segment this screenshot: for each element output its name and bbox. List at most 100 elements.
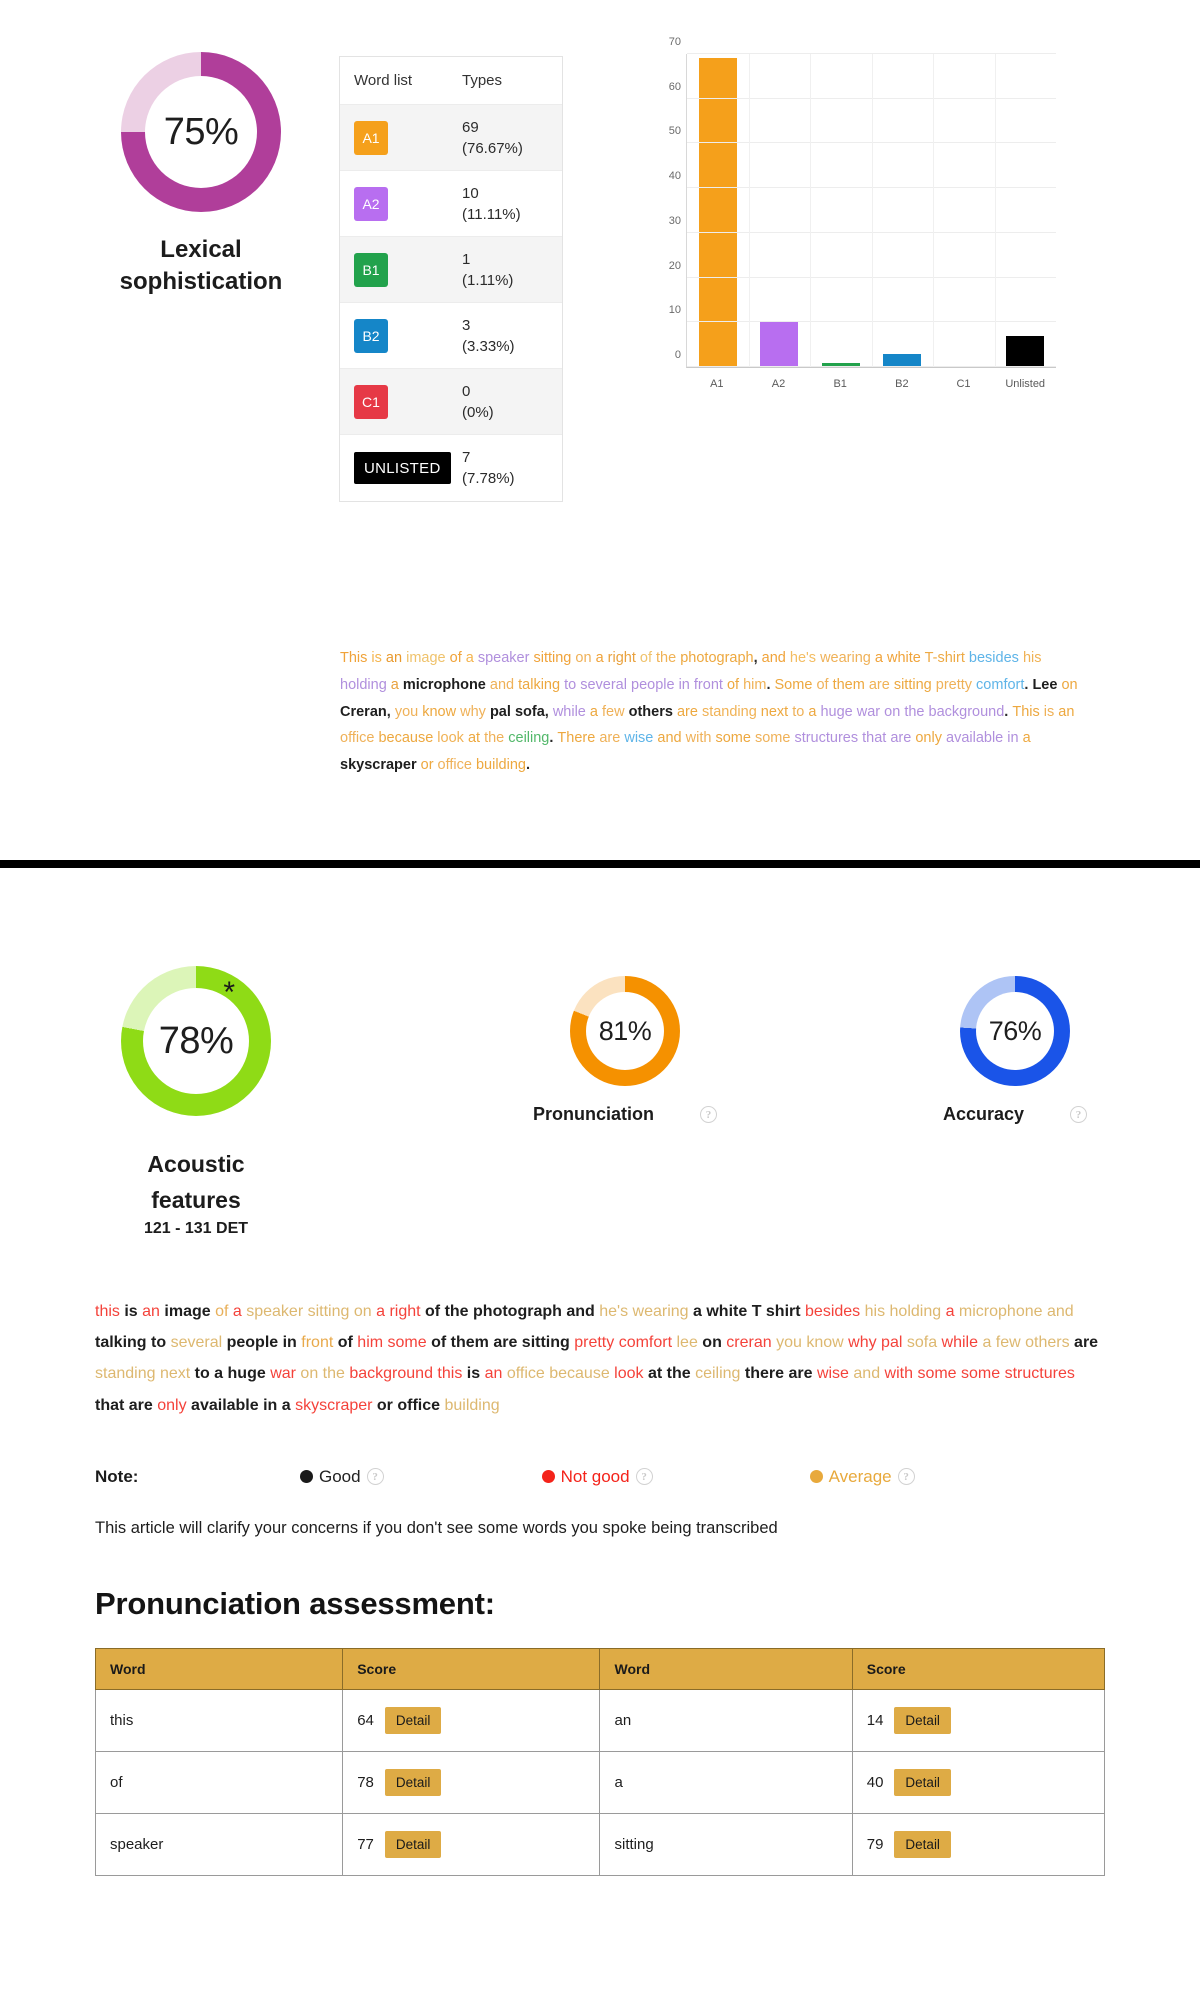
word-list-types-cell: 3 (3.33%) [458, 315, 562, 357]
transcript-token: others [1025, 1334, 1075, 1352]
transcript-token: pal [881, 1334, 907, 1352]
transcript-token: him [743, 676, 767, 693]
chart-bar[interactable] [883, 353, 922, 367]
transcript-token: the [666, 1365, 696, 1383]
transcript-token: he's [789, 650, 821, 666]
chart-bar[interactable] [760, 322, 799, 367]
question-mark-icon[interactable]: ? [366, 1468, 384, 1486]
accuracy-score-block: 76% Accuracy ? [890, 976, 1140, 1125]
transcript-token: why [848, 1334, 882, 1352]
detail-button[interactable]: Detail [894, 1706, 951, 1734]
question-mark-icon[interactable]: ? [635, 1468, 653, 1486]
chart-bar-cell [872, 54, 934, 367]
word-list-header-wordlist: Word list [354, 72, 413, 89]
transcript-token: building [475, 757, 526, 774]
word-list-header-row: Word list Types [340, 57, 562, 105]
transcript-token: know [806, 1334, 849, 1352]
assessment-header-score-1: Score [342, 1647, 601, 1690]
word-list-header-types: Types [462, 72, 503, 89]
transcript-token: . [525, 757, 531, 774]
detail-button[interactable]: Detail [384, 1830, 442, 1858]
pronunciation-donut-chart: 81% [570, 976, 680, 1086]
transcript-token: in [263, 1396, 282, 1414]
word-list-level-cell: C1 [340, 384, 458, 419]
lexical-caption-line2: sophistication [119, 268, 283, 296]
assessment-word-cell: sitting [599, 1812, 853, 1876]
table-row: of 78 Detail a 40 Detail [94, 1750, 1106, 1814]
transcript-token: structures [794, 730, 863, 747]
question-mark-icon[interactable]: ? [1070, 1106, 1088, 1123]
accuracy-caption-row: Accuracy ? [890, 1104, 1140, 1125]
transcript-token: a [595, 650, 608, 666]
chart-vertical-gridline [810, 54, 811, 367]
assessment-word-cell: speaker [94, 1812, 344, 1876]
transcript-token: holding [889, 1303, 946, 1320]
chart-y-tick-label: 70 [668, 36, 681, 48]
transcript-token: some [917, 1365, 962, 1383]
score-value: 64 [357, 1711, 374, 1729]
level-badge: UNLISTED [354, 452, 451, 484]
types-percent: (76.67%) [462, 139, 523, 157]
page-title: Pronunciation assessment: [95, 1585, 495, 1621]
assessment-score-cell: 77 Detail [342, 1812, 601, 1876]
transcript-token: skyscraper [340, 757, 421, 774]
question-mark-icon[interactable]: ? [700, 1106, 717, 1123]
transcript-token: on [1061, 676, 1078, 693]
transcript-token: on [300, 1365, 323, 1383]
transcript-token: a [982, 1334, 996, 1352]
transcript-token: the [322, 1365, 350, 1383]
detail-button[interactable]: Detail [384, 1706, 442, 1734]
accuracy-caption: Accuracy [942, 1104, 1025, 1124]
transcript-token: you [394, 703, 423, 720]
transcript-token: is [1043, 703, 1059, 720]
transcript-token: that [95, 1396, 129, 1414]
word-list-types-cell: 0 (0%) [458, 381, 562, 423]
transcript-token: a [808, 703, 821, 720]
acoustic-sub-caption: 121 - 131 DET [143, 1220, 249, 1238]
word-list-row: C1 0 (0%) [340, 369, 562, 435]
transcript-token: office [397, 1396, 445, 1414]
word-list-row: B2 3 (3.33%) [340, 303, 562, 369]
transcript-token: some [715, 730, 755, 747]
chart-x-tick-label: A2 [771, 378, 786, 390]
transcript-token: them [832, 676, 869, 693]
detail-button[interactable]: Detail [894, 1768, 951, 1796]
chart-y-tick-label: 60 [668, 80, 681, 93]
word-list-level-cell: UNLISTED [340, 452, 458, 484]
transcript-token: only [157, 1396, 192, 1414]
level-badge: A2 [354, 186, 388, 221]
types-count: 0 [462, 382, 471, 400]
word-list-row: B1 1 (1.11%) [340, 237, 562, 303]
transcript-token: to [194, 1365, 215, 1383]
transcript-token: few [602, 703, 629, 720]
question-mark-icon[interactable]: ? [897, 1468, 915, 1486]
transcript-token: of [337, 1334, 358, 1352]
transcript-token: huge [820, 703, 857, 720]
transcript-token: some [961, 1365, 1005, 1383]
detail-button[interactable]: Detail [894, 1830, 951, 1858]
transcript-token: people [226, 1334, 283, 1352]
acoustic-features-block: 78% * Acoustic features 121 - 131 DET [96, 966, 296, 1238]
chart-bar[interactable] [1006, 335, 1045, 367]
transcript-token: with [884, 1365, 918, 1383]
transcript-token: right [389, 1303, 426, 1320]
transcript-token: sofa [514, 703, 545, 720]
transcript-token: are [788, 1365, 817, 1383]
assessment-header-score-2: Score [851, 1647, 1106, 1690]
detail-button[interactable]: Detail [384, 1768, 442, 1796]
types-count: 7 [462, 449, 471, 466]
acoustic-percent-value: 78% [158, 1020, 234, 1062]
transcript-token: are [599, 730, 625, 747]
transcript-token: a [390, 676, 403, 693]
transcript-token: photograph [473, 1303, 567, 1320]
transcript-token: wearing [632, 1303, 693, 1320]
assessment-header-word-1: Word [94, 1647, 344, 1690]
transcript-token: the [484, 730, 509, 747]
transcript-paragraph-one: This is an image of a speaker sitting on… [340, 645, 1080, 779]
transcript-token: skyscraper [295, 1396, 377, 1414]
acoustic-caption-line1: Acoustic [147, 1151, 245, 1177]
assessment-header-row: Word Score Word Score [94, 1647, 1106, 1690]
lexical-caption-line1: Lexical [160, 236, 242, 263]
chart-x-tick-label: C1 [956, 378, 971, 390]
transcript-token: a [232, 1303, 247, 1320]
